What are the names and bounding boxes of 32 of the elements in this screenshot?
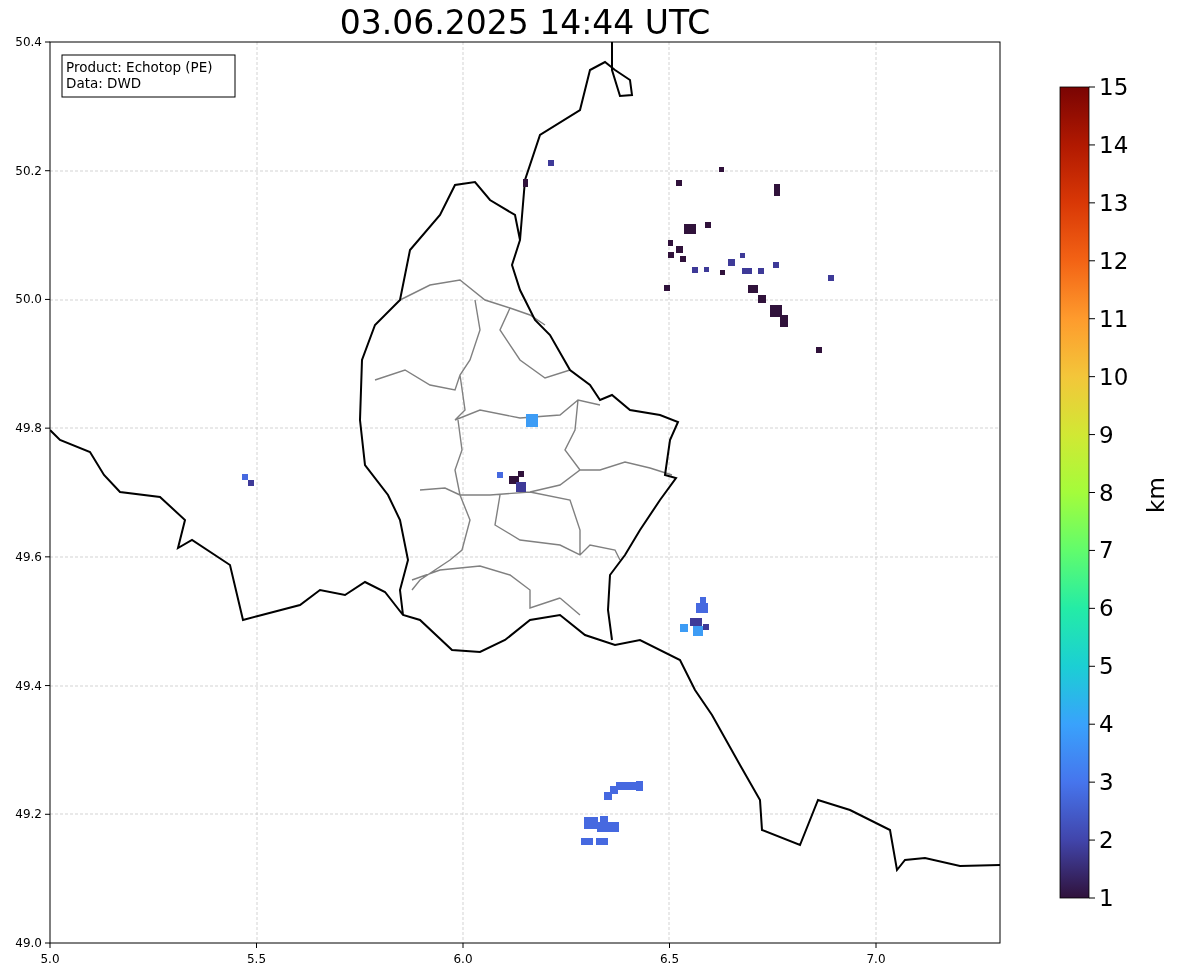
longitude-label: 5.0: [40, 952, 60, 966]
colorbar-tick-label: 6: [1099, 595, 1114, 622]
longitude-label: 7.0: [866, 952, 886, 966]
colorbar-label: km: [1143, 477, 1169, 513]
longitude-label: 6.5: [659, 952, 680, 966]
colorbar-tick-label: 8: [1099, 479, 1114, 506]
colorbar-tick-label: 5: [1099, 653, 1114, 680]
colorbar-tick-label: 1: [1099, 885, 1114, 911]
longitude-label: 5.5: [246, 952, 267, 966]
latitude-label: 49.2: [15, 807, 42, 822]
latitude-label: 50.4: [15, 35, 42, 49]
colorbar-tick-label: 14: [1099, 131, 1129, 158]
colorbar-tick-label: 12: [1099, 247, 1129, 274]
colorbar-tick-label: 9: [1099, 421, 1114, 448]
legend-text: Product: Echotop (PE): [66, 59, 213, 75]
colorbar-tick-label: 15: [1099, 74, 1129, 100]
colorbar-tick-label: 13: [1099, 189, 1129, 216]
colorbar-tick-label: 7: [1099, 537, 1114, 564]
latitude-label: 50.2: [15, 163, 42, 178]
colorbar-tick-label: 3: [1099, 769, 1114, 796]
legend-text: Data: DWD: [66, 75, 142, 91]
latitude-label: 49.4: [15, 678, 42, 693]
colorbar-tick-label: 11: [1099, 305, 1129, 332]
colorbar-tick-label: 10: [1099, 363, 1129, 390]
latitude-label: 49.6: [15, 549, 42, 564]
chart-title: 03.06.2025 14:44 UTC: [339, 3, 711, 42]
latitude-label: 49.8: [15, 421, 42, 436]
longitude-label: 6.0: [453, 952, 473, 966]
colorbar-tick-label: 4: [1099, 711, 1114, 738]
latitude-label: 49.0: [15, 936, 42, 950]
colorbar-tick-label: 2: [1099, 827, 1114, 854]
latitude-label: 50.0: [15, 292, 42, 307]
